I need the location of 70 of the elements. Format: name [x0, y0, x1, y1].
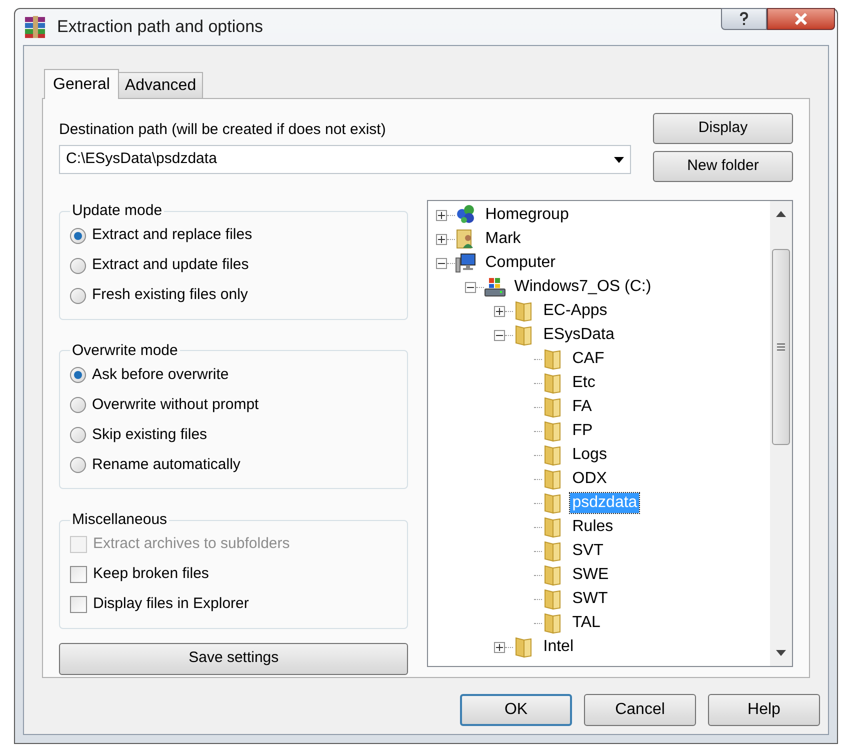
- tree-item[interactable]: ODX: [570, 469, 609, 489]
- option-label: Rename automatically: [92, 454, 240, 475]
- radio-button[interactable]: [70, 228, 86, 244]
- expand-box[interactable]: [436, 210, 448, 220]
- tab[interactable]: General: [44, 69, 119, 99]
- option-label: Keep broken files: [93, 564, 209, 584]
- checkbox[interactable]: [70, 596, 87, 613]
- option-label: Extract and update files: [92, 255, 249, 276]
- expand-box[interactable]: [494, 642, 506, 652]
- side-button[interactable]: New folder: [653, 151, 793, 182]
- collapse-box[interactable]: [436, 258, 448, 268]
- destination-value: C:\ESysData\psdzdata: [66, 149, 217, 170]
- radio-button[interactable]: [70, 288, 86, 304]
- tree-item[interactable]: FA: [570, 397, 594, 417]
- radio-button[interactable]: [70, 397, 86, 413]
- tree-item[interactable]: CAF: [570, 349, 606, 369]
- dialog-button[interactable]: OK: [460, 694, 572, 726]
- save-settings-button[interactable]: Save settings: [59, 642, 408, 674]
- tree-item[interactable]: Computer: [483, 253, 558, 273]
- dialog-button[interactable]: Cancel: [584, 694, 696, 726]
- tree-item[interactable]: Logs: [570, 445, 609, 465]
- collapse-box[interactable]: [494, 330, 506, 340]
- dropdown-arrow-icon: [614, 156, 624, 162]
- tab[interactable]: Advanced: [118, 72, 204, 98]
- close-icon: [794, 13, 808, 25]
- group-title: Overwrite mode: [71, 340, 179, 360]
- tree-item[interactable]: Windows7_OS (C:): [512, 277, 654, 297]
- scroll-down-arrow-icon[interactable]: [776, 650, 786, 656]
- side-button[interactable]: Display: [653, 113, 793, 144]
- expand-box[interactable]: [436, 234, 448, 244]
- tree-item[interactable]: SWE: [570, 565, 611, 585]
- group-title: Miscellaneous: [71, 510, 168, 530]
- scrollbar-thumb[interactable]: [772, 249, 790, 445]
- destination-label: Destination path (will be created if does not exist): [59, 120, 387, 139]
- tree-item[interactable]: SVT: [570, 541, 606, 561]
- scroll-up-arrow-icon[interactable]: [776, 211, 786, 217]
- help-icon: [739, 12, 749, 26]
- radio-button[interactable]: [70, 457, 86, 473]
- group-title: Update mode: [71, 201, 164, 221]
- window-title: Extraction path and options: [57, 16, 264, 38]
- computer-icon: [455, 252, 478, 274]
- checkbox[interactable]: [70, 566, 87, 583]
- dialog-button[interactable]: Help: [708, 694, 820, 726]
- expand-box[interactable]: [494, 306, 506, 316]
- tree-item[interactable]: Mark: [483, 229, 523, 249]
- option-label: Extract archives to subfolders: [93, 534, 290, 554]
- radio-button[interactable]: [70, 427, 86, 443]
- radio-button[interactable]: [70, 367, 86, 383]
- tree-item[interactable]: ESysData: [541, 325, 616, 345]
- tree-item[interactable]: Intel: [541, 637, 576, 657]
- tree-item[interactable]: EC-Apps: [541, 301, 610, 321]
- radio-button[interactable]: [70, 258, 86, 274]
- tree-item[interactable]: TAL: [570, 613, 602, 633]
- help-button[interactable]: [721, 8, 767, 30]
- grip-icon: [777, 343, 785, 351]
- tree-item[interactable]: SWT: [570, 589, 610, 609]
- hard-drive-icon: [484, 276, 506, 298]
- destination-combobox[interactable]: C:\ESysData\psdzdata: [59, 145, 631, 174]
- collapse-box[interactable]: [465, 282, 476, 292]
- option-label: Ask before overwrite: [92, 364, 229, 385]
- option-label: Fresh existing files only: [92, 285, 248, 306]
- tree-item[interactable]: FP: [570, 421, 595, 441]
- close-button[interactable]: [767, 8, 835, 30]
- option-label: Display files in Explorer: [93, 594, 249, 614]
- tree-item[interactable]: Etc: [570, 373, 598, 393]
- option-label: Skip existing files: [92, 424, 208, 445]
- option-label: Extract and replace files: [92, 225, 252, 246]
- tree-item[interactable]: Rules: [570, 517, 616, 537]
- option-label: Overwrite without prompt: [92, 394, 259, 415]
- tree-item[interactable]: Homegroup: [483, 205, 571, 225]
